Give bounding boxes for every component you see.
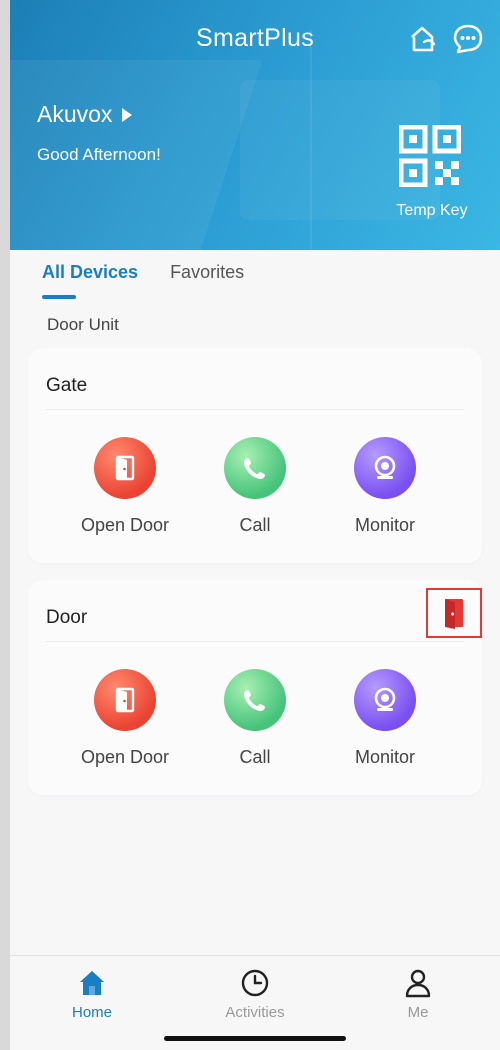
- device-card-door: Door Open Door Call Monitor: [28, 580, 482, 795]
- site-name: Akuvox: [37, 101, 113, 127]
- qr-code-icon[interactable]: [398, 124, 462, 188]
- home-indicator: [164, 1036, 346, 1041]
- door-open-icon: [445, 599, 463, 629]
- open-door-button[interactable]: Open Door: [60, 437, 190, 536]
- door-open-icon: [94, 437, 156, 499]
- divider: [46, 641, 464, 642]
- nav-label: Me: [407, 1004, 429, 1021]
- tab-favorites[interactable]: Favorites: [170, 262, 244, 283]
- device-tabs: All Devices Favorites: [42, 262, 244, 283]
- nav-activities[interactable]: Activities: [195, 968, 315, 1021]
- monitor-button[interactable]: Monitor: [320, 437, 450, 536]
- home-icon: [32, 968, 152, 998]
- camera-icon: [354, 669, 416, 731]
- active-tab-indicator: [42, 295, 76, 299]
- nav-me[interactable]: Me: [358, 968, 478, 1021]
- home-switch-icon[interactable]: [406, 22, 440, 56]
- nav-label: Home: [71, 1004, 112, 1021]
- header-banner: SmartPlus Akuvox Good Afternoon! Temp Ke…: [10, 0, 500, 250]
- phone-icon: [224, 669, 286, 731]
- section-label: Door Unit: [47, 315, 119, 334]
- app-screen: SmartPlus Akuvox Good Afternoon! Temp Ke…: [10, 0, 500, 1050]
- quick-open-door-button[interactable]: [426, 588, 482, 638]
- person-icon: [358, 968, 478, 998]
- action-label: Open Door: [80, 747, 170, 767]
- play-arrow-icon: [122, 107, 133, 122]
- device-name: Door: [46, 607, 88, 628]
- message-icon[interactable]: [451, 22, 485, 56]
- action-label: Call: [239, 515, 271, 535]
- action-label: Call: [239, 747, 271, 767]
- tab-all-devices[interactable]: All Devices: [42, 262, 138, 283]
- nav-home[interactable]: Home: [32, 968, 152, 1021]
- divider: [46, 409, 464, 410]
- greeting-text: Good Afternoon!: [37, 145, 161, 164]
- action-label: Monitor: [354, 747, 416, 767]
- clock-icon: [195, 968, 315, 998]
- call-button[interactable]: Call: [190, 437, 320, 536]
- nav-label: Activities: [225, 1004, 285, 1021]
- phone-icon: [224, 437, 286, 499]
- action-label: Monitor: [354, 515, 416, 535]
- device-name: Gate: [46, 375, 88, 396]
- monitor-button[interactable]: Monitor: [320, 669, 450, 768]
- device-card-gate: Gate Open Door Call Monitor: [28, 348, 482, 563]
- temp-key-label[interactable]: Temp Key: [382, 202, 482, 220]
- camera-icon: [354, 437, 416, 499]
- door-open-icon: [94, 669, 156, 731]
- action-label: Open Door: [80, 515, 170, 535]
- call-button[interactable]: Call: [190, 669, 320, 768]
- open-door-button[interactable]: Open Door: [60, 669, 190, 768]
- site-selector[interactable]: Akuvox: [37, 101, 133, 128]
